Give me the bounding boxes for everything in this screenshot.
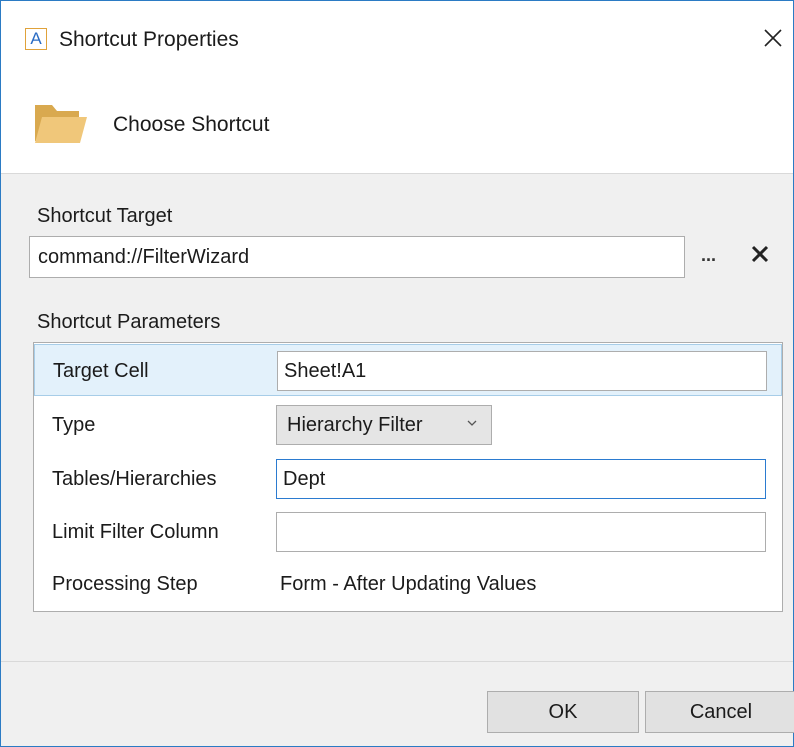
param-row-type: Type Hierarchy Filter — [34, 399, 782, 451]
app-a-icon: A — [25, 28, 47, 50]
header-title: Choose Shortcut — [113, 113, 270, 136]
limit-filter-column-input[interactable] — [276, 512, 766, 552]
window-title: Shortcut Properties — [59, 28, 239, 51]
clear-x-icon — [751, 245, 769, 263]
type-select[interactable]: Hierarchy Filter — [276, 405, 492, 445]
shortcut-properties-dialog: A Shortcut Properties Choose Shortcut Sh… — [0, 0, 794, 747]
param-row-limit-filter-column: Limit Filter Column — [34, 506, 782, 558]
param-label: Limit Filter Column — [52, 521, 219, 543]
title-bar: A Shortcut Properties — [1, 1, 793, 79]
shortcut-parameters-label: Shortcut Parameters — [37, 311, 221, 333]
chevron-down-icon — [467, 420, 477, 426]
shortcut-target-input[interactable]: command://FilterWizard — [29, 236, 685, 278]
cancel-button[interactable]: Cancel — [645, 691, 794, 733]
param-row-tables-hierarchies: Tables/Hierarchies Dept — [34, 453, 782, 505]
browse-button[interactable]: ... — [701, 245, 716, 266]
close-icon — [764, 29, 782, 47]
param-label: Target Cell — [53, 360, 149, 382]
target-cell-input[interactable]: Sheet!A1 — [277, 351, 767, 391]
param-label: Tables/Hierarchies — [52, 468, 217, 490]
param-label: Type — [52, 414, 96, 436]
ok-button[interactable]: OK — [487, 691, 639, 733]
clear-target-button[interactable] — [749, 243, 771, 265]
folder-icon — [35, 105, 87, 143]
param-row-processing-step: Processing Step Form - After Updating Va… — [34, 558, 782, 610]
tables-hierarchies-input[interactable]: Dept — [276, 459, 766, 499]
shortcut-target-label: Shortcut Target — [37, 205, 173, 227]
param-row-target-cell[interactable]: Target Cell Sheet!A1 — [34, 344, 782, 396]
param-label: Processing Step — [52, 573, 198, 595]
processing-step-value: Form - After Updating Values — [280, 573, 537, 595]
parameters-grid: Target Cell Sheet!A1 Type Hierarchy Filt… — [33, 342, 783, 612]
close-button[interactable] — [758, 23, 788, 53]
type-select-value: Hierarchy Filter — [287, 414, 423, 436]
